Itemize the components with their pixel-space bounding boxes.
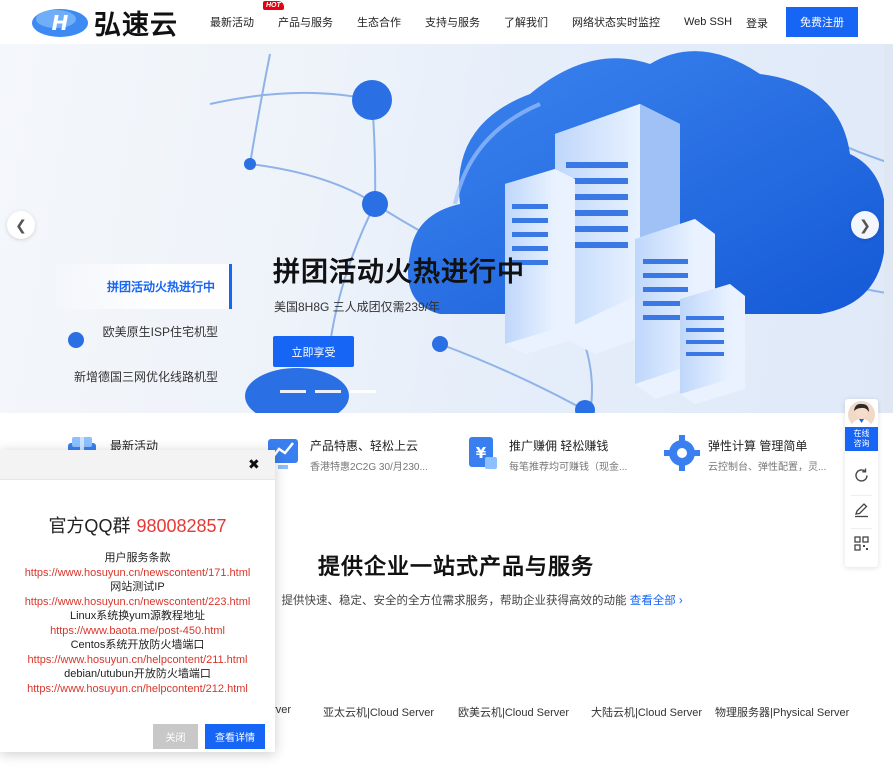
- feature-item[interactable]: 弹性计算 管理简单 云控制台、弹性配置，灵...: [662, 431, 842, 475]
- feature-title: 产品特惠、轻松上云: [310, 439, 419, 453]
- popup-close-button[interactable]: 关闭: [153, 724, 198, 749]
- category-tab[interactable]: 欧美云机|Cloud Server: [458, 704, 569, 720]
- banner-tab[interactable]: 拼团活动火热进行中: [50, 264, 232, 309]
- category-tab[interactable]: 大陆云机|Cloud Server: [591, 704, 702, 720]
- top-header: H 弘速云 最新活动 产品与服务 HOT 生态合作 支持与服务 了解我们 网络状态…: [0, 0, 893, 44]
- hero-banner: ❮ ❯ 拼团活动火热进行中 欧美原生ISP住宅机型 新增德国三网优化线路机型 拼…: [0, 44, 893, 413]
- refresh-icon[interactable]: [853, 467, 870, 484]
- divider: [851, 495, 872, 496]
- hero-title: 拼团活动火热进行中: [273, 257, 525, 287]
- link-label: 用户服务条款: [104, 552, 171, 564]
- chevron-right-icon: ❯: [859, 216, 871, 233]
- register-button[interactable]: 免费注册: [786, 7, 858, 37]
- nav-label: 产品与服务: [278, 17, 333, 29]
- feature-desc: 云控制台、弹性配置，灵...: [708, 462, 827, 473]
- yen-document-icon: ¥: [469, 437, 497, 469]
- carousel-dot[interactable]: [350, 390, 376, 393]
- popup-header: ✖: [0, 450, 275, 480]
- nav-item-ecosystem[interactable]: 生态合作: [357, 14, 401, 30]
- hot-badge: HOT: [263, 1, 284, 10]
- nav-item-latest-activity[interactable]: 最新活动: [210, 14, 254, 30]
- nav-label: 网络状态实时监控: [572, 17, 660, 29]
- nav-label: 支持与服务: [425, 17, 480, 29]
- nav-label: 了解我们: [504, 17, 548, 29]
- nav-label: Web SSH: [684, 16, 733, 28]
- link-url[interactable]: https://www.hosuyun.cn/helpcontent/212.h…: [0, 682, 275, 697]
- nav-label: 最新活动: [210, 17, 254, 29]
- main-nav: 最新活动 产品与服务 HOT 生态合作 支持与服务 了解我们 网络状态实时监控 W…: [210, 0, 756, 44]
- feature-title: 推广赚佣 轻松赚钱: [509, 439, 609, 453]
- popup-detail-button[interactable]: 查看详情: [205, 724, 265, 749]
- feature-item[interactable]: 产品特惠、轻松上云 香港特惠2C2G 30/月230...: [264, 431, 444, 475]
- announcement-popup: ✖ 官方QQ群 980082857 用户服务条款 https://www.hosu…: [0, 450, 275, 752]
- nav-item-web-ssh[interactable]: Web SSH: [684, 16, 732, 28]
- nav-item-support[interactable]: 支持与服务: [425, 14, 480, 30]
- banner-tab[interactable]: 新增德国三网优化线路机型: [50, 354, 232, 399]
- qq-group-number: 980082857: [136, 516, 227, 536]
- banner-tabs: 拼团活动火热进行中 欧美原生ISP住宅机型 新增德国三网优化线路机型: [50, 264, 232, 399]
- category-tab[interactable]: 物理服务器|Physical Server: [715, 704, 849, 720]
- link-url[interactable]: https://www.hosuyun.cn/newscontent/223.h…: [0, 595, 275, 610]
- view-all-label: 查看全部: [629, 595, 676, 607]
- online-consult-button[interactable]: 在线 咨询: [845, 427, 878, 451]
- feature-item[interactable]: ¥ 推广赚佣 轻松赚钱 每笔推荐均可赚钱（现金...: [463, 431, 643, 475]
- nav-item-network-status[interactable]: 网络状态实时监控: [572, 14, 660, 30]
- link-label: 网站测试IP: [110, 581, 165, 593]
- nav-item-about[interactable]: 了解我们: [504, 14, 548, 30]
- feature-desc: 香港特惠2C2G 30/月230...: [310, 462, 428, 473]
- carousel-dot[interactable]: [280, 390, 306, 393]
- edit-icon[interactable]: [853, 501, 870, 518]
- section-description: ，提供快速、稳定、安全的全方位需求服务，帮助企业获得高效的动能 查看全部 ›: [270, 592, 683, 608]
- login-link[interactable]: 登录: [746, 15, 768, 31]
- link-label: Centos系统开放防火墙端口: [70, 639, 205, 651]
- brand-name: 弘速云: [94, 9, 178, 41]
- close-icon[interactable]: ✖: [248, 456, 260, 473]
- nav-label: 生态合作: [357, 17, 401, 29]
- popup-link-list: 用户服务条款 https://www.hosuyun.cn/newsconten…: [0, 551, 275, 696]
- carousel-dot[interactable]: [315, 390, 341, 393]
- qrcode-icon[interactable]: [853, 535, 870, 552]
- agent-avatar[interactable]: [848, 401, 875, 428]
- qq-group-label: 官方QQ群: [48, 516, 131, 536]
- qq-group-line: 官方QQ群 980082857: [0, 512, 275, 538]
- link-label: debian/utubun开放防火墙端口: [64, 668, 211, 680]
- online-label: 在线: [853, 429, 870, 438]
- link-url[interactable]: https://www.hosuyun.cn/helpcontent/211.h…: [0, 653, 275, 668]
- hero-subtitle: 美国8H8G 三人成团仅需239/年: [274, 300, 441, 314]
- view-all-link[interactable]: 查看全部 ›: [630, 595, 683, 607]
- floating-service-bar: 在线 咨询: [845, 399, 878, 567]
- section-desc-text: ，提供快速、稳定、安全的全方位需求服务，帮助企业获得高效的动能: [270, 595, 627, 607]
- chevron-right-icon: ›: [678, 595, 683, 607]
- feature-title: 弹性计算 管理简单: [708, 439, 808, 453]
- nav-item-products[interactable]: 产品与服务 HOT: [263, 1, 333, 30]
- svg-text:H: H: [52, 11, 69, 35]
- banner-tab[interactable]: 欧美原生ISP住宅机型: [50, 309, 232, 354]
- feature-desc: 每笔推荐均可赚钱（现金...: [509, 462, 628, 473]
- link-url[interactable]: https://www.hosuyun.cn/newscontent/171.h…: [0, 566, 275, 581]
- section-title: 提供企业一站式产品与服务: [318, 554, 595, 579]
- logo-mark-icon: H: [30, 5, 90, 39]
- gear-cloud-icon: [664, 435, 700, 471]
- divider: [851, 528, 872, 529]
- category-tab[interactable]: 亚太云机|Cloud Server: [323, 704, 434, 720]
- link-label: Linux系统换yum源教程地址: [69, 610, 206, 622]
- banner-prev-button[interactable]: ❮: [7, 211, 35, 239]
- consult-label: 咨询: [853, 439, 870, 448]
- carousel-indicators: [280, 390, 385, 393]
- hero-cta-button[interactable]: 立即享受: [273, 336, 354, 367]
- link-url[interactable]: https://www.baota.me/post-450.html: [0, 624, 275, 639]
- banner-next-button[interactable]: ❯: [851, 211, 879, 239]
- brand-logo[interactable]: H 弘速云: [30, 4, 190, 41]
- chevron-left-icon: ❮: [15, 216, 27, 233]
